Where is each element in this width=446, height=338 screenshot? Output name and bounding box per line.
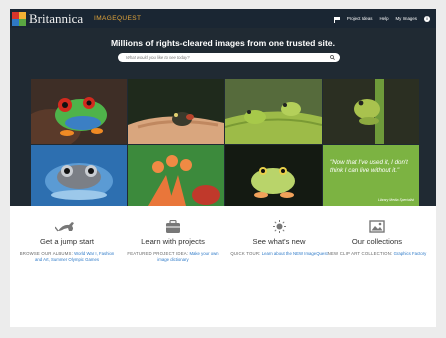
graphics-factory-link[interactable]: Graphics Factory [394,251,427,256]
hero-headline: Millions of rights-cleared images from o… [111,38,335,48]
search-bar[interactable]: What would you like to see today? [118,53,340,62]
image-tile-frog-in-water[interactable] [31,145,127,206]
feature-title-collections: Our collections [351,237,403,246]
feature-title-projects: Learn with projects [141,237,205,246]
product-name[interactable]: IMAGEQUEST [94,14,141,23]
britannica-logo-icon[interactable] [12,12,26,26]
feature-lead-projects: FEATURED PROJECT IDEA: [127,251,189,256]
image-tile-frog-on-hand[interactable] [128,79,224,144]
briefcase-icon [166,220,180,233]
feature-desc-jump-start: BROWSE OUR ALBUMS: World War I, Fashion … [17,251,117,263]
page: Britannica IMAGEQUEST Project Ideas Help… [10,9,436,327]
kangaroo-icon [55,222,74,232]
search-icon[interactable] [330,55,335,60]
quick-tour-link[interactable]: Learn about the NEW ImageQuest [262,251,328,256]
nav-project-ideas[interactable]: Project Ideas [347,15,373,23]
search-input[interactable]: What would you like to see today? [126,53,190,62]
sun-icon [272,220,286,233]
feature-desc-projects: FEATURED PROJECT IDEA: Make your own ima… [123,251,223,263]
image-tile-frog-on-stem[interactable] [323,79,419,144]
feature-lead-whats-new: QUICK TOUR: [230,251,261,256]
feature-jump-start: Get a jump start BROWSE OUR ALBUMS: Worl… [14,220,120,263]
image-tile-red-eyed-tree-frog[interactable] [31,79,127,144]
feature-collections: Our collections NEW CLIP ART COLLECTION:… [324,220,430,257]
testimonial-tile: "Now that I've used it, I don't think I … [323,145,419,206]
image-tile-frog-foot[interactable] [128,145,224,206]
image-tile-glass-frog[interactable] [225,145,322,206]
feature-desc-collections: NEW CLIP ART COLLECTION: Graphics Factor… [327,251,427,257]
feature-title-whats-new: See what's new [252,237,306,246]
brand-name[interactable]: Britannica [29,10,83,27]
header-nav: Project Ideas Help My Images i [333,15,430,23]
info-icon[interactable]: i [424,16,430,22]
testimonial-quote: "Now that I've used it, I don't think I … [330,159,408,174]
testimonial-credit: Library Media Specialist [378,198,414,202]
feature-whats-new: See what's new QUICK TOUR: Learn about t… [226,220,332,257]
nav-help[interactable]: Help [379,15,388,23]
feature-lead-collections: NEW CLIP ART COLLECTION: [327,251,393,256]
flag-icon[interactable] [333,16,340,23]
feature-projects: Learn with projects FEATURED PROJECT IDE… [120,220,226,263]
nav-my-images[interactable]: My Images [396,15,417,23]
feature-desc-whats-new: QUICK TOUR: Learn about the NEW ImageQue… [229,251,329,257]
image-icon [369,220,385,233]
feature-title-jump-start: Get a jump start [39,237,95,246]
feature-lead-jump-start: BROWSE OUR ALBUMS: [19,251,73,256]
hero-section: Millions of rights-cleared images from o… [10,28,436,206]
top-navigation-bar: Britannica IMAGEQUEST Project Ideas Help… [10,9,436,28]
image-tile-two-frogs-on-leaf[interactable] [225,79,322,144]
